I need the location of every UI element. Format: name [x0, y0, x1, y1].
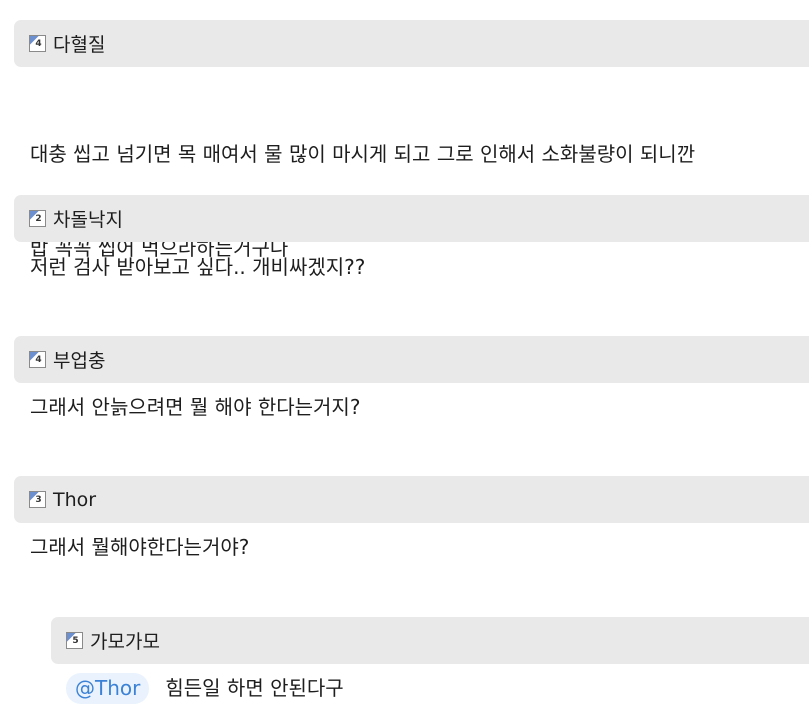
comment-header: 5 가모가모	[51, 617, 809, 664]
comment-header: 3 Thor	[14, 476, 809, 523]
comment-header: 4 부업충	[14, 336, 809, 383]
level-icon: 5	[66, 632, 83, 649]
level-icon: 2	[29, 210, 46, 227]
comment-text-line: 대충 씹고 넘기면 목 매여서 물 많이 마시게 되고 그로 인해서 소화불량이…	[30, 142, 696, 166]
level-icon: 3	[29, 491, 46, 508]
level-icon: 4	[29, 35, 46, 52]
comment-header: 2 차돌낙지	[14, 195, 809, 242]
nickname[interactable]: 차돌낙지	[53, 205, 123, 232]
nickname[interactable]: Thor	[53, 489, 96, 511]
mention-tag[interactable]: @Thor	[66, 673, 150, 704]
comment-body: 그래서 안늙으려면 뭘 해야 한다는거지?	[30, 395, 361, 419]
comment-body: 저런 검사 받아보고 싶다.. 개비싸겠지??	[30, 255, 366, 279]
comment-body: @Thor 힘든일 하면 안된다구	[66, 673, 799, 704]
nickname[interactable]: 다혈질	[53, 30, 105, 57]
nickname[interactable]: 가모가모	[90, 627, 160, 654]
comment-header: 4 다혈질	[14, 20, 809, 67]
level-icon: 4	[29, 351, 46, 368]
nickname[interactable]: 부업충	[53, 346, 105, 373]
comment-body: 그래서 뭘해야한다는거야?	[30, 535, 250, 559]
comment-text: 힘든일 하면 안된다구	[165, 676, 344, 700]
